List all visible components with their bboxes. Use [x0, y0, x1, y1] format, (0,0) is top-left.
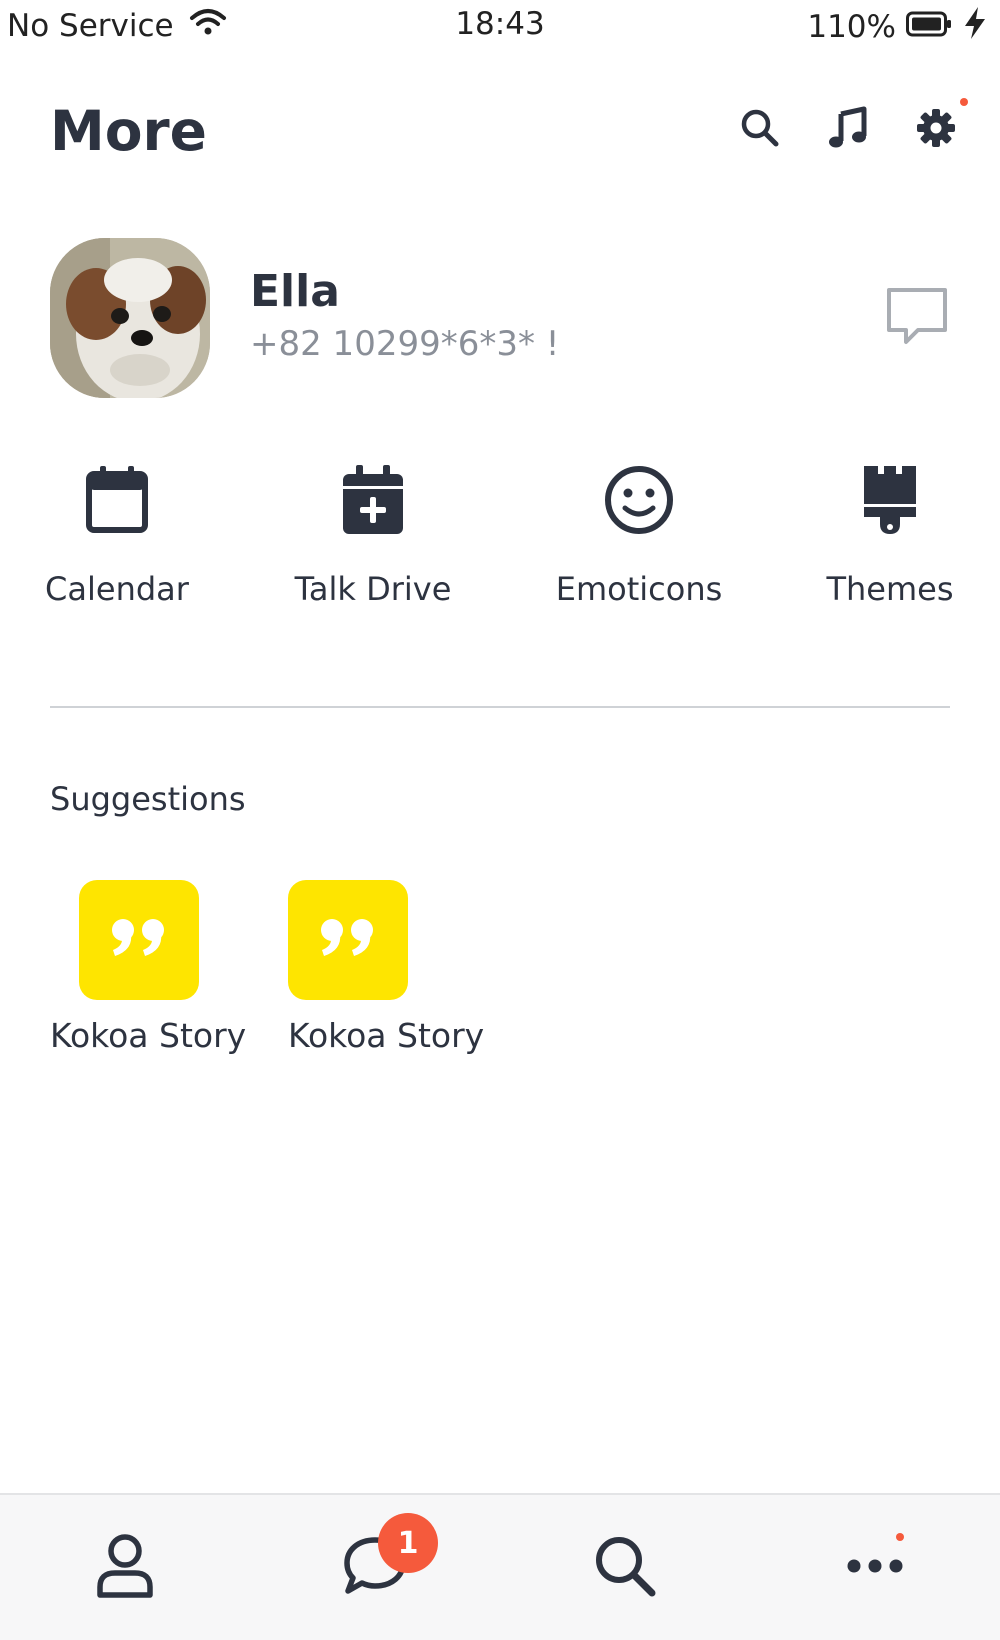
status-bar: No Service 18:43 110%	[0, 0, 1000, 54]
search-icon	[592, 1533, 658, 1603]
quote-icon	[318, 916, 378, 964]
settings-notification-dot	[960, 98, 968, 106]
shortcut-label: Emoticons	[555, 570, 723, 608]
calendar-plus-icon	[333, 460, 413, 540]
music-note-icon	[826, 106, 870, 154]
suggestion-item[interactable]: Kokoa Story	[288, 880, 488, 1060]
suggestion-label: Kokoa Story	[288, 1016, 485, 1055]
nav-search[interactable]	[500, 1495, 750, 1640]
shortcut-talk-drive[interactable]: Talk Drive	[273, 460, 473, 620]
more-screen: No Service 18:43 110% More Ella +82 1029…	[0, 0, 1000, 1640]
my-chat-button[interactable]	[884, 284, 950, 350]
person-icon	[95, 1533, 155, 1603]
battery-icon	[906, 9, 952, 45]
suggestion-label: Kokoa Story	[50, 1016, 247, 1055]
suggestion-item[interactable]: Kokoa Story	[50, 880, 250, 1060]
shortcut-emoticons[interactable]: Emoticons	[539, 460, 739, 620]
page-title: More	[50, 99, 207, 163]
suggestions-heading: Suggestions	[50, 780, 246, 818]
shortcut-label: Calendar	[45, 570, 189, 608]
search-button[interactable]	[736, 100, 784, 160]
suggestion-tile	[288, 880, 408, 1000]
gear-icon	[915, 107, 957, 153]
shortcut-calendar[interactable]: Calendar	[17, 460, 217, 620]
nav-friends[interactable]	[0, 1495, 250, 1640]
settings-button[interactable]	[912, 98, 968, 160]
nav-more[interactable]	[750, 1495, 1000, 1640]
music-button[interactable]	[824, 100, 872, 160]
shortcut-label: Themes	[826, 570, 954, 608]
search-icon	[739, 107, 781, 153]
profile-card[interactable]: Ella +82 10299*6*3* !	[50, 236, 950, 398]
quote-icon	[109, 916, 169, 964]
shortcut-themes[interactable]: Themes	[790, 460, 990, 620]
more-dots-icon	[845, 1556, 905, 1580]
bottom-nav: 1	[0, 1493, 1000, 1640]
more-notification-dot	[896, 1533, 904, 1541]
shortcut-label: Talk Drive	[294, 570, 452, 608]
shortcut-row: Calendar Talk Drive Emoticons Themes	[0, 460, 1000, 620]
header-actions	[736, 98, 968, 160]
status-right: 110%	[807, 6, 988, 48]
smiley-icon	[599, 460, 679, 540]
profile-name: Ella	[250, 266, 340, 317]
profile-phone: +82 10299*6*3* !	[250, 324, 560, 364]
nav-chats[interactable]: 1	[250, 1495, 500, 1640]
brush-icon	[850, 460, 930, 540]
speech-bubble-outline-icon	[884, 288, 950, 354]
avatar[interactable]	[50, 238, 210, 398]
section-divider	[50, 706, 950, 708]
suggestion-tile	[79, 880, 199, 1000]
battery-percent: 110%	[807, 9, 896, 45]
charging-bolt-icon	[962, 6, 988, 48]
unread-badge: 1	[378, 1513, 438, 1573]
calendar-icon	[77, 460, 157, 540]
